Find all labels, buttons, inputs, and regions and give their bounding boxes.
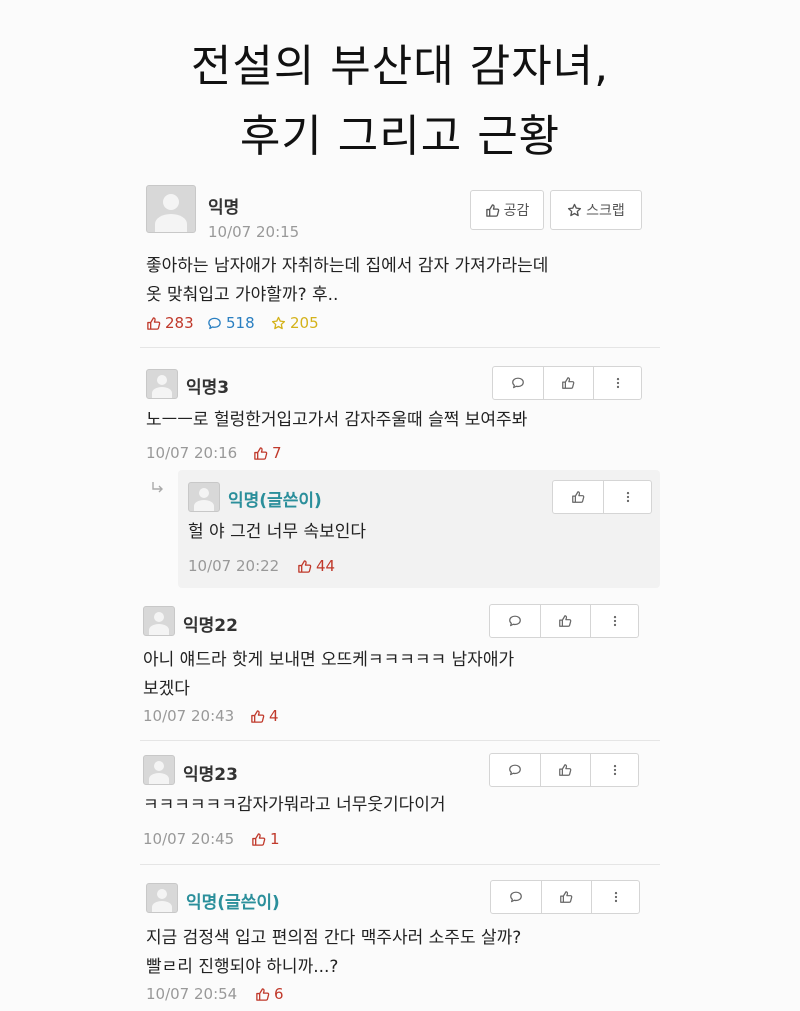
comment-like-count: 6 [255, 985, 284, 1003]
comment-avatar [143, 606, 175, 636]
thumbs-up-icon [250, 709, 265, 724]
comment-like-button[interactable] [540, 881, 592, 913]
comment-text-line-1: 지금 검정색 입고 편의점 간다 맥주사러 소주도 살까? [146, 928, 522, 948]
reply-like-button[interactable] [553, 481, 603, 513]
comment-bubble-icon [509, 890, 523, 904]
comment-like-button[interactable] [539, 754, 591, 786]
reply-timestamp: 10/07 20:22 [188, 557, 280, 575]
reply-arrow-icon [150, 480, 166, 496]
post-author-avatar [146, 185, 196, 233]
headline-line-1: 전설의 부산대 감자녀, [190, 41, 610, 92]
reply-button[interactable] [490, 754, 540, 786]
more-vertical-icon [609, 890, 623, 904]
comment-author-name: 익명23 [183, 765, 238, 785]
comment-text-line-1: 아니 얘드라 핫게 보내면 오뜨케ㅋㅋㅋㅋㅋ 남자애가 [143, 650, 515, 670]
star-icon [567, 203, 582, 218]
comment-action-group [489, 604, 639, 638]
thumbs-up-icon [558, 614, 572, 628]
thumbs-up-icon [559, 890, 573, 904]
comment-like-count: 7 [253, 444, 282, 462]
scrap-button[interactable]: 스크랩 [550, 190, 642, 230]
reply-text: 헐 야 그건 너무 속보인다 [188, 522, 367, 542]
comment-bubble-icon [508, 614, 522, 628]
post-scrap-count: 205 [271, 314, 319, 332]
comment-like-button[interactable] [539, 605, 591, 637]
thumbs-up-icon [485, 203, 500, 218]
empathy-label: 공감 [503, 203, 530, 219]
more-options-button[interactable] [591, 881, 639, 913]
comment-bubble-icon [508, 763, 522, 777]
divider [140, 347, 660, 348]
comment-avatar [143, 755, 175, 785]
post-timestamp: 10/07 20:15 [208, 223, 300, 241]
thumbs-up-icon [558, 763, 572, 777]
comment-author-name: 익명22 [183, 616, 238, 636]
comment-author-name: 익명3 [186, 378, 230, 398]
post-author-name: 익명 [208, 198, 240, 218]
empathy-button[interactable]: 공감 [470, 190, 544, 230]
more-vertical-icon [608, 763, 622, 777]
thumbs-up-icon [251, 832, 266, 847]
comment-action-group [490, 880, 640, 914]
comment-bubble-icon [207, 316, 222, 331]
more-vertical-icon [621, 490, 635, 504]
post-body-line-1: 좋아하는 남자애가 자취하는데 집에서 감자 가져가라는데 [146, 256, 549, 276]
reply-button[interactable] [490, 605, 540, 637]
comment-action-group [492, 366, 642, 400]
reply-like-count: 44 [297, 557, 335, 575]
comment-author-name: 익명(글쓴이) [186, 893, 280, 913]
thumbs-up-icon [146, 316, 161, 331]
more-options-button[interactable] [590, 754, 638, 786]
comment-timestamp: 10/07 20:54 [146, 985, 238, 1003]
comment-timestamp: 10/07 20:45 [143, 830, 235, 848]
thumbs-up-icon [255, 987, 270, 1002]
reply-action-group [552, 480, 652, 514]
comment-avatar [146, 369, 178, 399]
thumbs-up-icon [297, 559, 312, 574]
comment-action-group [489, 753, 639, 787]
comment-like-count: 4 [250, 707, 279, 725]
comment-text: ㅋㅋㅋㅋㅋㅋ감자가뭐라고 너무웃기다이거 [143, 795, 446, 815]
post-like-count: 283 [146, 314, 194, 332]
reply-button[interactable] [493, 367, 543, 399]
comment-text: 노ㅡㅡ로 헐렁한거입고가서 감자주울때 슬쩍 보여주봐 [146, 410, 528, 430]
more-options-button[interactable] [593, 367, 641, 399]
reply-author-name: 익명(글쓴이) [228, 491, 322, 511]
thumbs-up-icon [253, 446, 268, 461]
reply-avatar [188, 482, 220, 512]
scrap-label: 스크랩 [586, 203, 625, 219]
reply-button[interactable] [491, 881, 541, 913]
comment-text-line-2: 빨ㄹ리 진행되야 하니까...? [146, 957, 339, 977]
more-vertical-icon [608, 614, 622, 628]
headline-line-2: 후기 그리고 근황 [239, 111, 561, 162]
star-icon [271, 316, 286, 331]
reply-more-options-button[interactable] [603, 481, 651, 513]
post-comment-count: 518 [207, 314, 255, 332]
comment-like-count: 1 [251, 830, 280, 848]
more-vertical-icon [611, 376, 625, 390]
divider [140, 740, 660, 741]
divider [140, 864, 660, 865]
comment-timestamp: 10/07 20:43 [143, 707, 235, 725]
comment-timestamp: 10/07 20:16 [146, 444, 238, 462]
more-options-button[interactable] [590, 605, 638, 637]
comment-text-line-2: 보겠다 [143, 679, 190, 699]
comment-like-button[interactable] [542, 367, 594, 399]
comment-avatar [146, 883, 178, 913]
thumbs-up-icon [561, 376, 575, 390]
comment-bubble-icon [511, 376, 525, 390]
post-body-line-2: 옷 맞춰입고 가야할까? 후.. [146, 285, 339, 305]
thumbs-up-icon [571, 490, 585, 504]
